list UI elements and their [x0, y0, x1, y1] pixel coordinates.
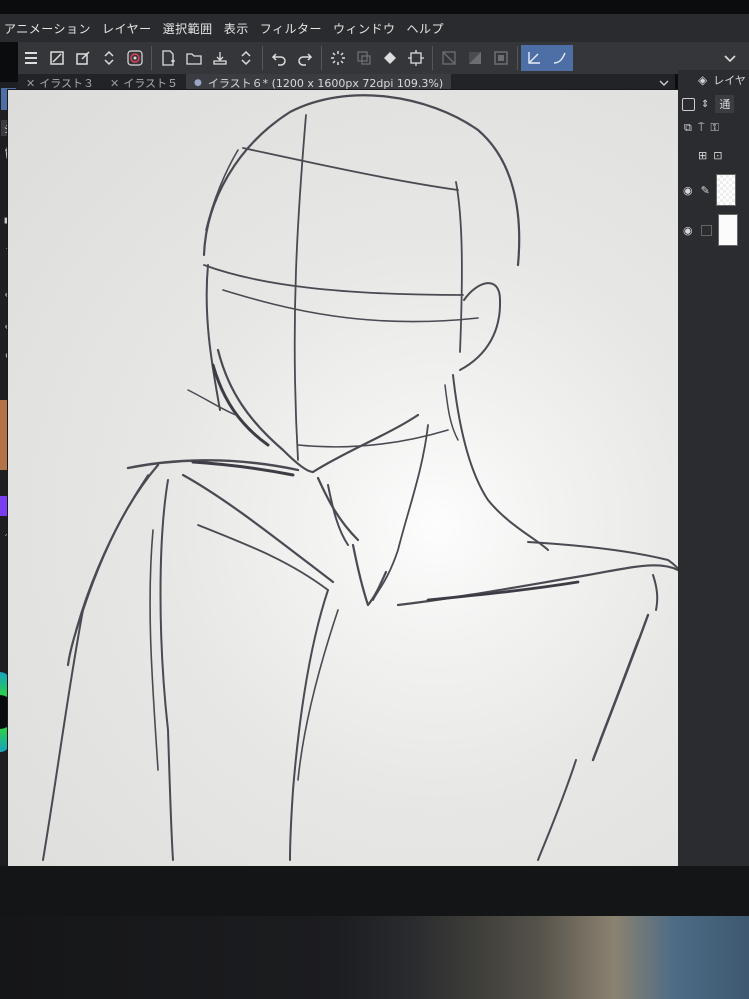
- crop-icon[interactable]: [403, 45, 429, 71]
- toolbar-divider: [517, 46, 518, 70]
- layer-thumbnail: [717, 214, 738, 246]
- close-icon[interactable]: ✕: [26, 77, 35, 90]
- blend-mode-select[interactable]: 通: [715, 95, 735, 113]
- menu-filter[interactable]: フィルター: [260, 20, 331, 37]
- eye-icon[interactable]: ◉: [683, 224, 693, 237]
- up-down-arrows-icon[interactable]: [96, 45, 122, 71]
- new-folder-icon[interactable]: ⊡: [713, 149, 722, 162]
- undo-icon[interactable]: [266, 45, 292, 71]
- snap-icon[interactable]: [436, 45, 462, 71]
- lock-icon[interactable]: ⚿: [710, 121, 718, 135]
- layer-checkbox[interactable]: [700, 224, 712, 236]
- loading-icon[interactable]: [325, 45, 351, 71]
- clip-icon[interactable]: [70, 45, 96, 71]
- toolbar-divider: [151, 46, 152, 70]
- menu-selection[interactable]: 選択範囲: [163, 20, 222, 37]
- layer-panel-header: ◈ レイヤ: [698, 72, 746, 88]
- menu-help[interactable]: ヘルプ: [406, 20, 453, 37]
- copy-layer-icon[interactable]: ⧉: [684, 121, 692, 135]
- open-folder-icon[interactable]: [181, 45, 207, 71]
- tab-label: イラスト３: [39, 77, 94, 90]
- tab-label: イラスト５: [123, 77, 178, 90]
- sketch-strokes: [42, 94, 694, 861]
- layer-row[interactable]: ◉ ✎: [678, 170, 749, 210]
- drawing-canvas[interactable]: [8, 90, 698, 866]
- desk-background: [0, 916, 749, 999]
- transform-icon[interactable]: [351, 45, 377, 71]
- redo-icon[interactable]: [292, 45, 318, 71]
- menu-bar: アニメーション レイヤー 選択範囲 表示 フィルター ウィンドウ ヘルプ: [0, 14, 749, 42]
- gradient-icon[interactable]: [462, 45, 488, 71]
- chevron-down-icon[interactable]: [717, 45, 743, 71]
- save-icon[interactable]: [207, 45, 233, 71]
- layer-panel: ◈ レイヤ ⇕ 通 ⧉ ⍑ ⚿ ⊞ ⊡ ◉ ✎ ◉: [678, 70, 749, 872]
- layers-icon: ◈: [698, 73, 708, 87]
- eye-icon[interactable]: ◉: [683, 184, 693, 197]
- toolbar-divider: [262, 46, 263, 70]
- layer-row[interactable]: ◉: [678, 210, 749, 250]
- frame-icon[interactable]: [488, 45, 514, 71]
- spiral-icon[interactable]: [122, 45, 148, 71]
- toolbar-divider: [321, 46, 322, 70]
- close-icon[interactable]: ✕: [110, 77, 119, 90]
- fill-icon[interactable]: [377, 45, 403, 71]
- menu-view[interactable]: 表示: [224, 20, 258, 37]
- checkbox-icon[interactable]: [682, 97, 695, 111]
- app-window: アニメーション レイヤー 選択範囲 表示 フィルター ウィンドウ ヘルプ ✕ イ…: [0, 0, 749, 999]
- square-diagonal-icon[interactable]: [44, 45, 70, 71]
- menu-layer[interactable]: レイヤー: [102, 20, 161, 37]
- menu-icon[interactable]: [18, 45, 44, 71]
- menu-animation[interactable]: アニメーション: [4, 20, 100, 37]
- toolbar-divider: [432, 46, 433, 70]
- curve-active-icon[interactable]: [547, 45, 573, 71]
- menu-window[interactable]: ウィンドウ: [333, 20, 405, 37]
- screen-bezel: [0, 866, 749, 916]
- new-document-icon[interactable]: [155, 45, 181, 71]
- layer-thumbnail: [715, 174, 736, 206]
- command-bar: [18, 42, 749, 74]
- layer-add-row: ⊞ ⊡: [678, 144, 749, 166]
- blend-mode-row: ⇕ 通: [678, 94, 749, 114]
- modified-dot-icon: ●: [194, 78, 202, 88]
- pen-active-icon[interactable]: [521, 45, 547, 71]
- clip-layer-icon[interactable]: ⍑: [698, 121, 705, 135]
- tab-label: イラスト６* (1200 x 1600px 72dpi 109.3%): [207, 77, 444, 90]
- up-down-arrows-icon[interactable]: ⇕: [701, 99, 709, 110]
- up-down-arrows-icon[interactable]: [233, 45, 259, 71]
- new-layer-icon[interactable]: ⊞: [698, 149, 707, 162]
- layer-tools-row: ⧉ ⍑ ⚿: [678, 118, 749, 138]
- layer-panel-title: レイヤ: [713, 74, 746, 87]
- pen-icon: ✎: [700, 183, 710, 197]
